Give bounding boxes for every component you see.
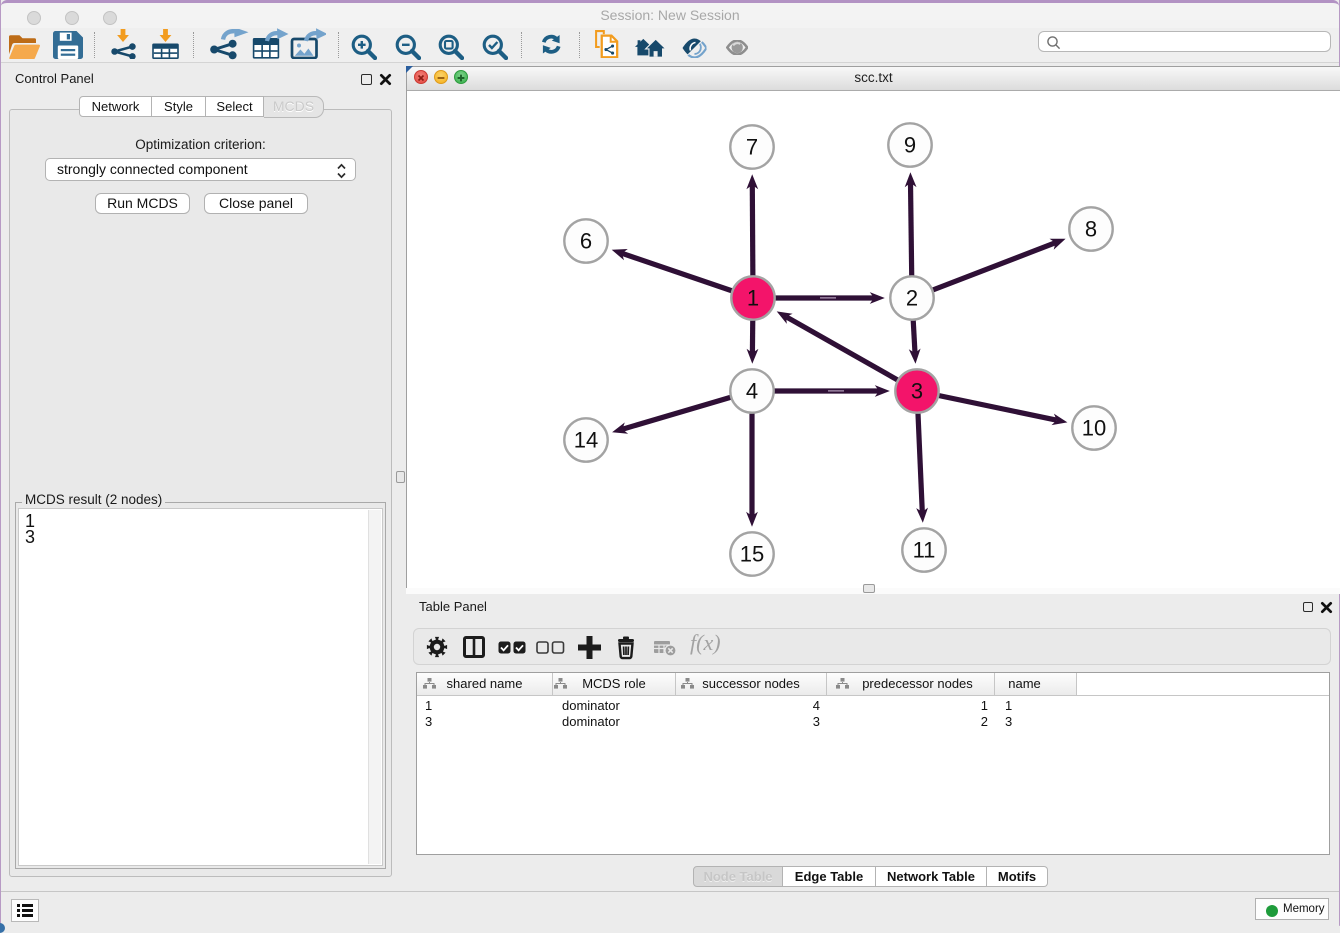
- svg-text:9: 9: [904, 133, 916, 158]
- svg-text:2: 2: [906, 286, 918, 311]
- svg-text:6: 6: [580, 229, 592, 254]
- svg-text:11: 11: [913, 538, 936, 563]
- svg-text:10: 10: [1082, 416, 1106, 441]
- svg-text:7: 7: [746, 135, 758, 160]
- svg-text:14: 14: [574, 428, 598, 453]
- svg-text:4: 4: [746, 379, 758, 404]
- svg-text:15: 15: [740, 542, 764, 567]
- svg-text:8: 8: [1085, 217, 1097, 242]
- svg-text:1: 1: [747, 286, 759, 311]
- svg-text:3: 3: [911, 379, 923, 404]
